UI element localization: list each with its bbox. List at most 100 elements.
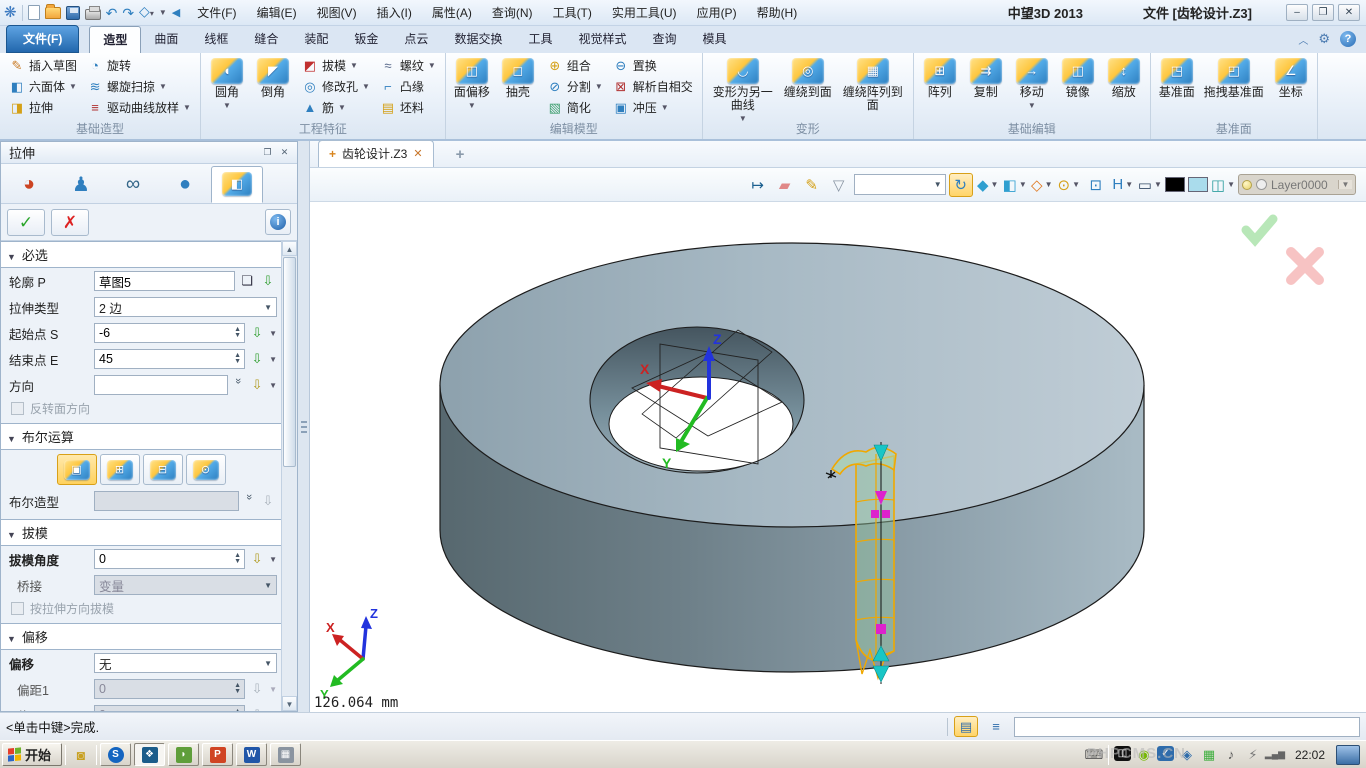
edit-box-icon[interactable]: ✎ bbox=[800, 173, 824, 197]
spinner-arrows-icon[interactable]: ▲▼ bbox=[231, 350, 244, 368]
show-desktop-button[interactable] bbox=[1336, 745, 1360, 765]
ribbon-button-拉伸[interactable]: ◨拉伸 bbox=[4, 97, 82, 118]
dolby-icon[interactable]: ◫ bbox=[1114, 746, 1131, 761]
ribbon-button-螺旋扫掠[interactable]: ≋螺旋扫掠▼ bbox=[82, 76, 196, 97]
ribbon-tab-9[interactable]: 视觉样式 bbox=[565, 26, 639, 53]
ribbon-button-移动[interactable]: →移动▼ bbox=[1010, 55, 1054, 119]
ribbon-button-抽壳[interactable]: ◻抽壳 bbox=[496, 55, 540, 119]
tab-close-icon[interactable]: ✕ bbox=[413, 147, 422, 160]
bool-base-button[interactable]: ▣ bbox=[57, 454, 97, 485]
face-color-swatch[interactable] bbox=[1188, 177, 1208, 192]
ribbon-button-坐标[interactable]: ∠坐标 bbox=[1269, 55, 1313, 119]
monitor-icon[interactable]: ▭▼ bbox=[1138, 173, 1162, 197]
scroll-thumb[interactable] bbox=[283, 257, 296, 467]
ribbon-button-冲压[interactable]: ▣冲压▼ bbox=[608, 97, 698, 118]
ribbon-button-拖拽基准面[interactable]: ◰拖拽基准面 bbox=[1201, 55, 1267, 119]
panel-tab-4[interactable]: ◧ bbox=[211, 166, 263, 203]
ribbon-button-六面体[interactable]: ◧六面体▼ bbox=[4, 76, 82, 97]
filter-icon[interactable]: ▽ bbox=[827, 173, 851, 197]
input-mode-button[interactable]: ▤ bbox=[954, 716, 978, 737]
ribbon-tab-11[interactable]: 模具 bbox=[690, 26, 740, 53]
redo-icon[interactable]: ↷ bbox=[122, 5, 134, 21]
undo-icon[interactable]: ↶ bbox=[106, 5, 118, 21]
menu-item-7[interactable]: 实用工具(U) bbox=[603, 1, 686, 24]
double-chevron-icon[interactable]: » bbox=[243, 494, 255, 508]
section-offset[interactable]: ▼偏移 bbox=[1, 623, 281, 650]
ribbon-button-变形为另一曲线[interactable]: ◡变形为另一曲线▼ bbox=[707, 55, 779, 119]
ribbon-button-插入草图[interactable]: ✎插入草图 bbox=[4, 55, 82, 76]
info-button[interactable]: i bbox=[265, 209, 291, 235]
dimension-icon[interactable]: Η▼ bbox=[1111, 173, 1135, 197]
ribbon-button-凸缘[interactable]: ⌐凸缘 bbox=[375, 76, 441, 97]
gear-icon[interactable]: ⚙ bbox=[1318, 31, 1330, 47]
spinner-arrows-icon[interactable]: ▲▼ bbox=[231, 550, 244, 568]
ribbon-button-拔模[interactable]: ◩拔模▼ bbox=[297, 55, 375, 76]
ribbon-button-筋[interactable]: ▲筋▼ bbox=[297, 97, 375, 118]
zw3d-button[interactable]: ❖ bbox=[134, 743, 165, 766]
offset-handle-1[interactable] bbox=[871, 510, 879, 518]
face-color-icon[interactable]: ◫▼ bbox=[1211, 173, 1235, 197]
insert-green-icon[interactable]: ⇩ bbox=[248, 324, 266, 342]
ribbon-button-解析自相交[interactable]: ⊠解析自相交 bbox=[608, 76, 698, 97]
panel-splitter[interactable] bbox=[298, 141, 310, 712]
ribbon-button-缠绕到面[interactable]: ◎缠绕到面 bbox=[781, 55, 835, 119]
browser-s-button[interactable]: S bbox=[100, 743, 131, 766]
ribbon-button-基准面[interactable]: ◳基准面 bbox=[1155, 55, 1199, 119]
chevron-down-icon[interactable]: ▼ bbox=[269, 355, 277, 364]
menu-item-2[interactable]: 视图(V) bbox=[308, 1, 366, 24]
flip-face-checkbox[interactable] bbox=[11, 402, 24, 415]
direction-input[interactable] bbox=[94, 375, 228, 395]
ribbon-button-置换[interactable]: ⊖置换 bbox=[608, 55, 698, 76]
new-file-icon[interactable] bbox=[28, 5, 40, 20]
ribbon-button-坯料[interactable]: ▤坯料 bbox=[375, 97, 441, 118]
offset-select[interactable]: 无▼ bbox=[94, 653, 277, 673]
powerpoint-button[interactable]: P bbox=[202, 743, 233, 766]
ribbon-button-复制[interactable]: ⇉复制 bbox=[964, 55, 1008, 119]
signal-icon[interactable]: ▂▄▆ bbox=[1266, 746, 1284, 764]
save-icon[interactable] bbox=[66, 6, 80, 20]
scroll-up-icon[interactable]: ▲ bbox=[282, 241, 297, 256]
menu-item-0[interactable]: 文件(F) bbox=[188, 1, 245, 24]
ghost-confirm-icon[interactable] bbox=[1246, 219, 1273, 240]
close-button[interactable]: ✕ bbox=[1338, 4, 1360, 21]
shaded-view-icon[interactable]: ◆▼ bbox=[976, 173, 1000, 197]
insert-yellow-icon[interactable]: ⇩ bbox=[248, 550, 266, 568]
ribbon-tab-10[interactable]: 查询 bbox=[639, 26, 689, 53]
ribbon-button-圆角[interactable]: ◖圆角▼ bbox=[205, 55, 249, 119]
edge-color-swatch[interactable] bbox=[1165, 177, 1185, 192]
grid-icon[interactable]: ▦ bbox=[1200, 746, 1218, 764]
panel-tab-1[interactable]: ♟ bbox=[55, 166, 107, 203]
ribbon-tab-5[interactable]: 钣金 bbox=[341, 26, 391, 53]
ribbon-button-倒角[interactable]: ◤倒角 bbox=[251, 55, 295, 119]
start-spinner[interactable]: ▲▼ bbox=[94, 323, 245, 343]
draft-by-dir-checkbox[interactable] bbox=[11, 602, 24, 615]
ribbon-button-驱动曲线放样[interactable]: ≡驱动曲线放样▼ bbox=[82, 97, 196, 118]
zoom-icon[interactable]: ⊙▼ bbox=[1057, 173, 1081, 197]
minimize-button[interactable]: – bbox=[1286, 4, 1308, 21]
double-chevron-icon[interactable]: » bbox=[232, 378, 244, 392]
end-spinner[interactable]: ▲▼ bbox=[94, 349, 245, 369]
chevron-down-icon[interactable]: ▼ bbox=[269, 329, 277, 338]
ribbon-button-螺纹[interactable]: ≈螺纹▼ bbox=[375, 55, 441, 76]
section-required[interactable]: ▼必选 bbox=[1, 241, 281, 268]
refresh-icon[interactable]: ◇▾ bbox=[139, 3, 154, 22]
ribbon-tab-4[interactable]: 装配 bbox=[291, 26, 341, 53]
bool-remove-button[interactable]: ⊟ bbox=[143, 454, 183, 485]
view-name-combo[interactable]: ▼ bbox=[854, 174, 946, 195]
eraser-icon[interactable]: ▰ bbox=[773, 173, 797, 197]
keyboard-icon[interactable]: ⌨ bbox=[1085, 746, 1103, 764]
ribbon-button-旋转[interactable]: ◔旋转 bbox=[82, 55, 196, 76]
panel-tab-3[interactable]: ● bbox=[159, 166, 211, 203]
ribbon-button-面偏移[interactable]: ◫面偏移▼ bbox=[450, 55, 494, 119]
panel-close-icon[interactable]: ✕ bbox=[276, 145, 293, 160]
menu-item-6[interactable]: 工具(T) bbox=[544, 1, 601, 24]
pick-list-icon[interactable]: ❏ bbox=[238, 272, 256, 290]
insert-green-icon[interactable]: ⇩ bbox=[248, 350, 266, 368]
dropdown-arrow-icon[interactable]: ▼ bbox=[159, 8, 167, 17]
start-input[interactable] bbox=[95, 324, 231, 342]
app-logo-icon[interactable]: ❋ bbox=[4, 5, 17, 21]
drag-handle-bottom-down[interactable] bbox=[873, 666, 889, 682]
viewport-3d[interactable]: X Y Z bbox=[310, 202, 1366, 712]
ribbon-button-组合[interactable]: ⊕组合 bbox=[542, 55, 608, 76]
power-plug-icon[interactable]: ⚡ bbox=[1244, 746, 1262, 764]
